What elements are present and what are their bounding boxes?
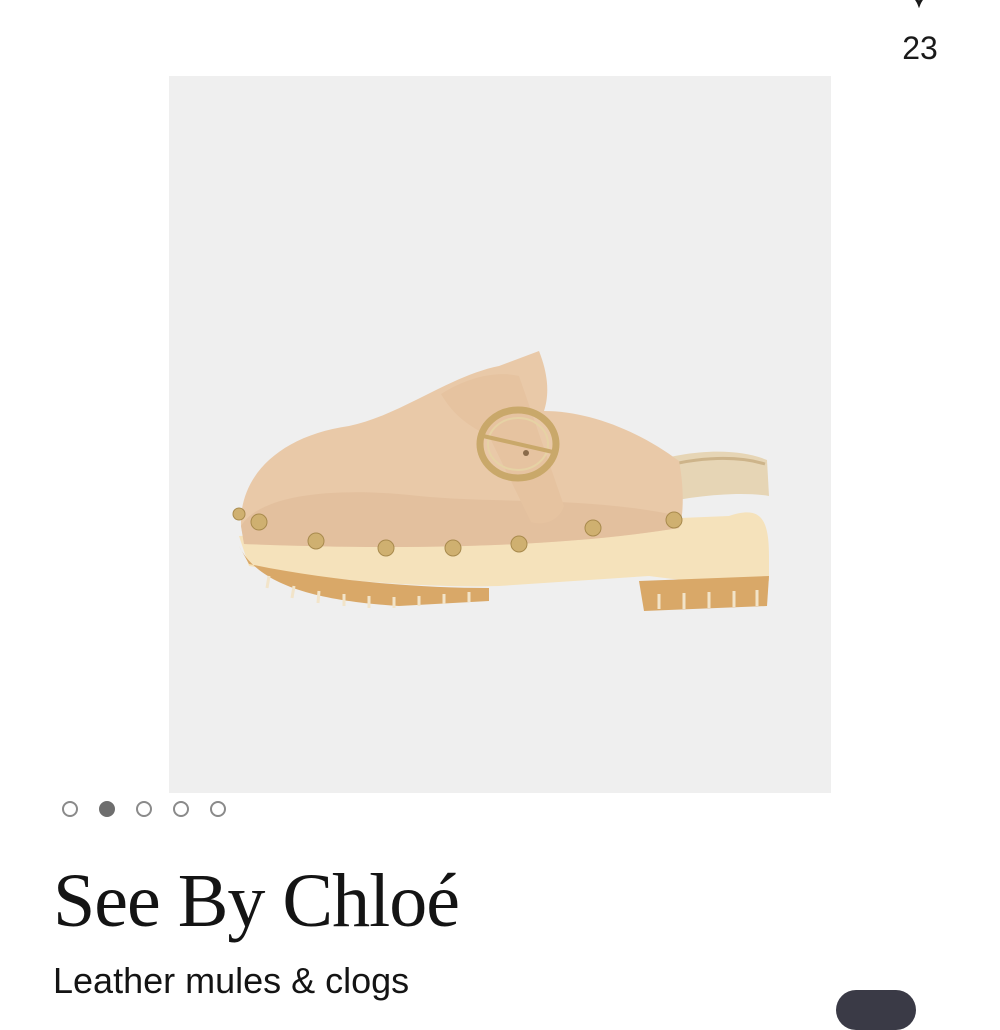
carousel-dot-active[interactable]: [99, 801, 115, 817]
like-count: 23: [902, 30, 938, 66]
brand-title[interactable]: See By Chloé: [53, 858, 460, 945]
floating-action-button[interactable]: [836, 990, 916, 1030]
carousel-dot[interactable]: [62, 801, 78, 817]
carousel-dot[interactable]: [136, 801, 152, 817]
carousel-dot[interactable]: [173, 801, 189, 817]
carousel-dot[interactable]: [210, 801, 226, 817]
heart-icon[interactable]: [902, 0, 936, 8]
category-label[interactable]: Leather mules & clogs: [53, 960, 409, 1002]
shoe-image: [232, 351, 769, 611]
product-image[interactable]: [169, 76, 831, 793]
carousel-pagination: [62, 798, 226, 820]
